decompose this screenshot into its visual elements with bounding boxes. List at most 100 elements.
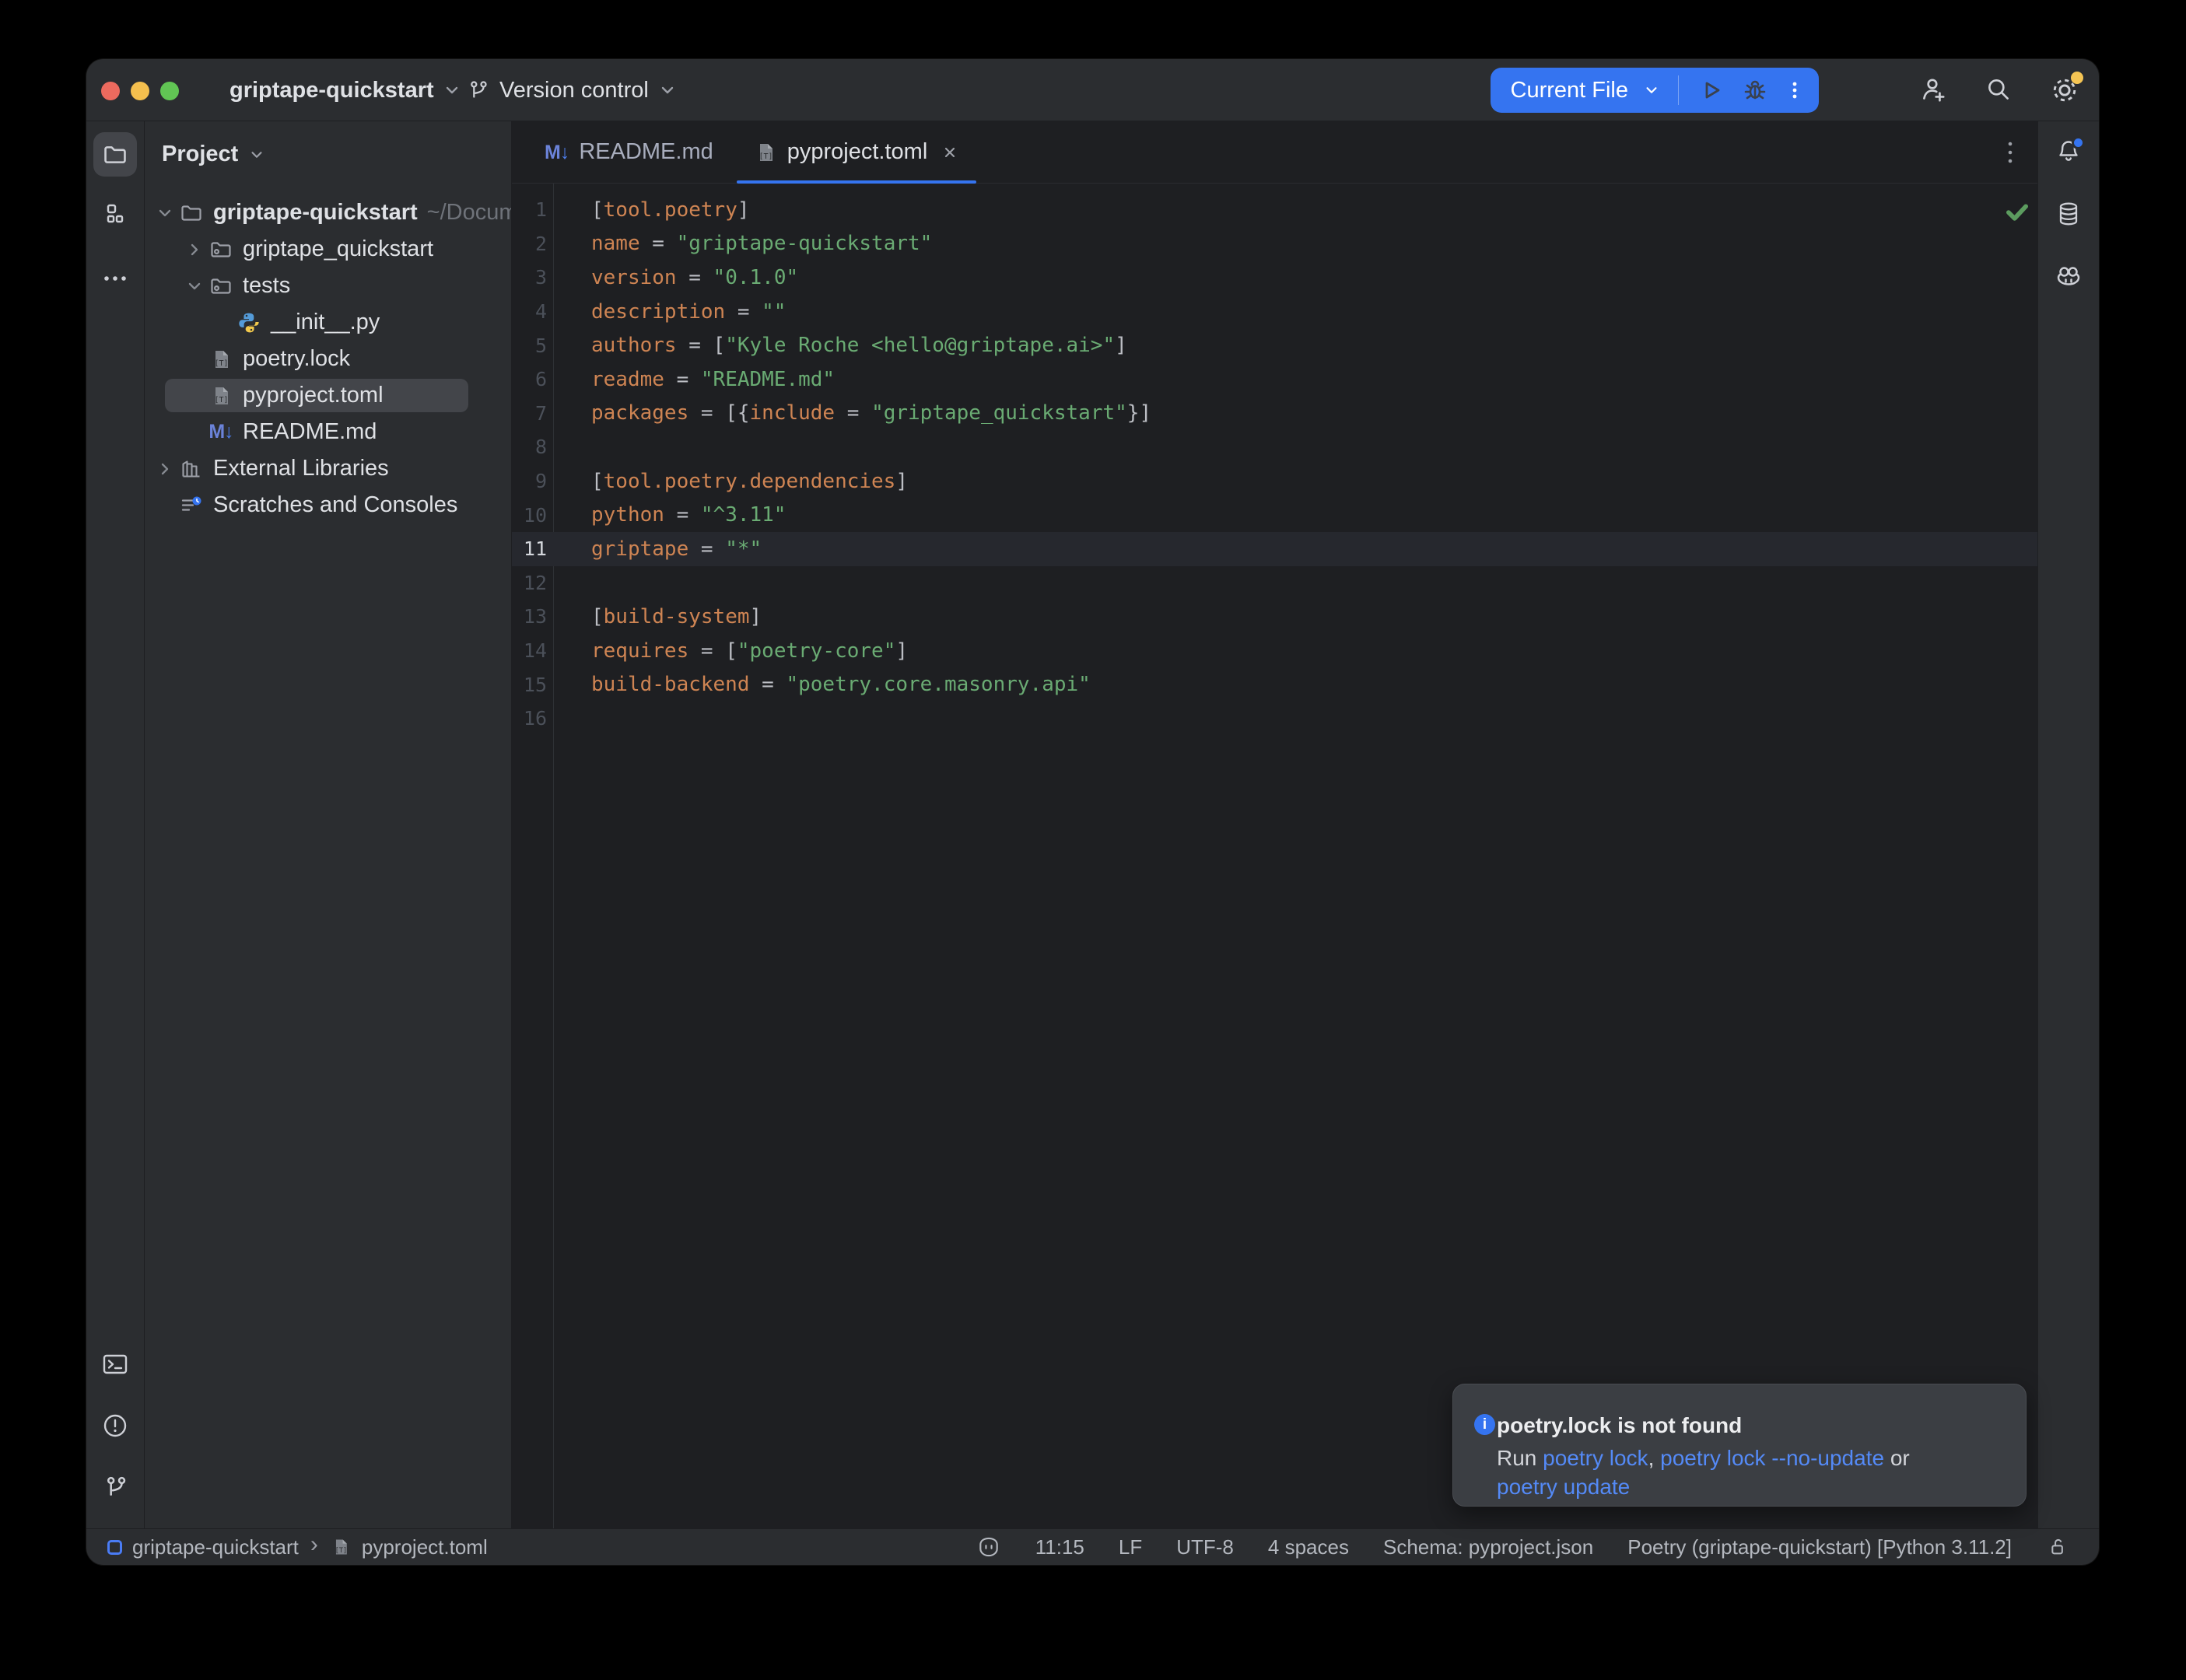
close-tab-icon[interactable] [941,143,959,162]
toml-icon: [T] [208,347,233,372]
git-tool-window-button[interactable] [101,1474,129,1500]
breadcrumb-project[interactable]: griptape-quickstart [132,1535,299,1559]
code-text: packages = [{include = "griptape_quickst… [591,401,1151,425]
code-line[interactable]: 2name = "griptape-quickstart" [512,227,2037,261]
minimize-window-button[interactable] [131,82,149,100]
status-line-separator[interactable]: LF [1119,1535,1142,1559]
tree-item-readme-md[interactable]: M↓README.md [145,414,511,450]
notifications-bell-button[interactable] [2055,138,2083,165]
tree-item-init-py[interactable]: __init__.py [145,304,511,341]
code-line[interactable]: 11 griptape = "*" [512,532,2037,566]
tab-readme-md[interactable]: M↓README.md [524,121,734,183]
inspections-passed-check-icon[interactable] [2002,196,2033,227]
run-configuration-widget[interactable]: Current File [1491,68,1820,113]
project-tool-window-button[interactable] [93,132,137,177]
breadcrumb-file[interactable]: pyproject.toml [362,1535,488,1559]
vcs-widget[interactable]: Version control [466,59,676,121]
code-line[interactable]: 1[tool.poetry] [512,193,2037,227]
status-interpreter[interactable]: Poetry (griptape-quickstart) [Python 3.1… [1627,1535,2012,1559]
link-poetry-lock[interactable]: poetry lock [1543,1446,1648,1470]
tree-item-label: griptape_quickstart [243,236,433,262]
line-number: 10 [512,504,547,527]
debug-button[interactable] [1741,76,1769,104]
copilot-status-icon[interactable] [976,1535,1001,1559]
line-number: 15 [512,674,547,696]
close-window-button[interactable] [101,82,120,100]
tree-item-pyproject-toml[interactable]: [T]pyproject.toml [145,377,511,414]
status-schema[interactable]: Schema: pyproject.json [1383,1535,1593,1559]
python-icon [236,310,261,335]
right-tool-stripe [2037,121,2099,1528]
unlocked-icon[interactable] [2046,1535,2069,1559]
breadcrumb-separator: › [309,1537,320,1557]
tree-item-tests[interactable]: tests [145,268,511,304]
code-line[interactable]: 12 [512,566,2037,600]
zoom-window-button[interactable] [160,82,179,100]
project-tree: griptape-quickstart~/Docume griptape_quic… [145,194,511,523]
more-run-options-kebab-icon[interactable] [1785,76,1805,104]
code-line[interactable]: 6readme = "README.md" [512,362,2037,397]
tree-item-griptape-quickstart[interactable]: griptape_quickstart [145,231,511,268]
svg-text:[T]: [T] [214,359,228,368]
tab-pyproject-toml[interactable]: [T]pyproject.toml [734,121,980,183]
chevron-down-icon[interactable] [151,205,179,222]
code-line[interactable]: 15build-backend = "poetry.core.masonry.a… [512,667,2037,702]
status-encoding[interactable]: UTF-8 [1176,1535,1234,1559]
editor-tabbar: M↓README.md[T]pyproject.toml [512,121,2037,184]
tree-item-label: tests [243,273,290,299]
code-line[interactable]: 4description = "" [512,295,2037,329]
code-line[interactable]: 10 python = "^3.11" [512,498,2037,532]
line-number: 11 [512,537,547,560]
status-indent[interactable]: 4 spaces [1268,1535,1349,1559]
code-editor[interactable]: 1[tool.poetry]2name = "griptape-quicksta… [512,184,2037,1528]
database-tool-window-button[interactable] [2055,201,2083,227]
terminal-tool-window-button[interactable] [101,1351,129,1377]
chevron-right-icon[interactable] [151,460,179,478]
project-switcher[interactable]: griptape-quickstart [229,59,461,121]
code-line[interactable]: 9[tool.poetry.dependencies] [512,464,2037,499]
code-text: name = "griptape-quickstart" [591,232,932,255]
run-config-label[interactable]: Current File [1511,78,1629,103]
project-panel-header[interactable]: Project [162,142,264,167]
code-line[interactable]: 8 [512,430,2037,464]
markdown-icon: M↓ [545,139,569,165]
chevron-right-icon[interactable] [180,241,208,258]
more-tool-windows-button[interactable] [101,265,129,292]
folder-icon [179,201,204,226]
chevron-down-icon[interactable] [180,278,208,295]
code-line[interactable]: 14requires = ["poetry-core"] [512,634,2037,668]
problems-tool-window-button[interactable] [101,1412,129,1439]
status-time[interactable]: 11:15 [1035,1535,1084,1559]
line-number: 9 [512,470,547,492]
link-poetry-lock-no-update[interactable]: poetry lock --no-update [1660,1446,1884,1470]
tree-item-external-libraries[interactable]: External Libraries [145,450,511,487]
structure-tool-window-button[interactable] [101,200,129,226]
tab-options-kebab-icon[interactable] [2006,139,2014,166]
statusbar: griptape-quickstart › [T] pyproject.toml… [86,1528,2099,1565]
tree-item-poetry-lock[interactable]: [T]poetry.lock [145,341,511,377]
editor-area: M↓README.md[T]pyproject.toml 1[tool.poet… [512,121,2037,1528]
run-button[interactable] [1697,76,1725,104]
tree-item-label: griptape-quickstart [213,200,418,226]
code-line[interactable]: 5authors = ["Kyle Roche <hello@griptape.… [512,328,2037,362]
svg-text:[T]: [T] [214,396,228,404]
search-everywhere-icon[interactable] [1984,75,2013,105]
notification-text: Run [1497,1446,1543,1470]
line-number: 16 [512,707,547,730]
chevron-down-icon [659,82,676,99]
tree-item-griptape-quickstart[interactable]: griptape-quickstart~/Docume [145,194,511,231]
code-line[interactable]: 3version = "0.1.0" [512,261,2037,295]
tree-item-label: __init__.py [271,310,380,335]
code-line[interactable]: 7packages = [{include = "griptape_quicks… [512,397,2037,431]
code-text: griptape = "*" [591,537,762,561]
ai-assistant-tool-window-button[interactable] [2055,263,2083,289]
code-line[interactable]: 13[build-system] [512,600,2037,634]
tree-item-scratches-and-consoles[interactable]: Scratches and Consoles [145,487,511,523]
code-with-me-add-user-icon[interactable] [1918,75,1948,105]
code-line[interactable]: 16 [512,702,2037,736]
project-panel: Project griptape-quickstart~/Documegript… [145,121,512,1528]
link-poetry-update[interactable]: poetry update [1497,1475,1630,1499]
settings-gear-icon[interactable] [2049,75,2080,106]
line-number: 3 [512,266,547,289]
code-text: python = "^3.11" [591,503,786,527]
